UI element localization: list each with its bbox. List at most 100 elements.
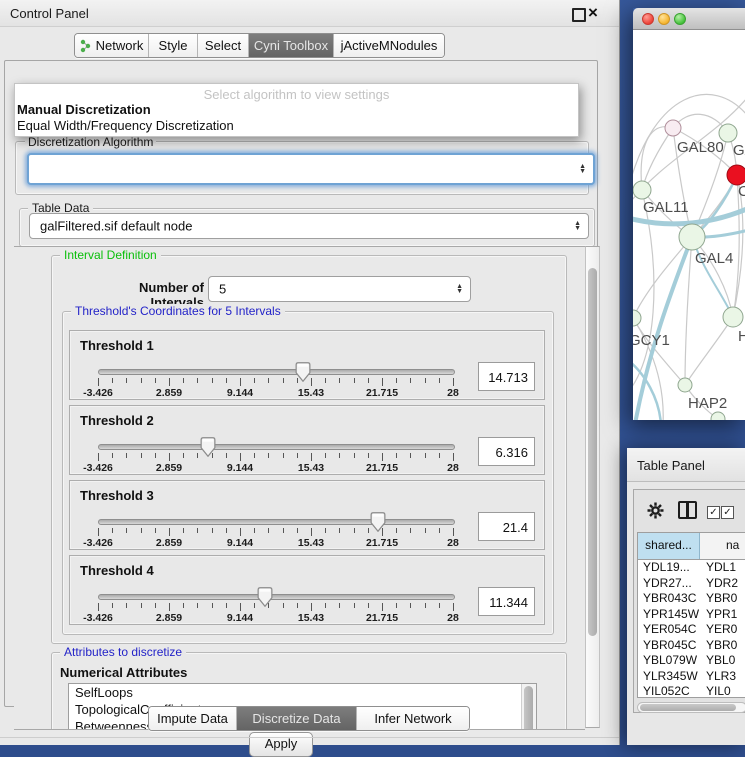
control-panel-window: Control Panel × NetworkStyleSelectCyni T… — [0, 0, 620, 745]
table-data-combobox[interactable]: galFiltered.sif default node ▲▼ — [29, 213, 589, 239]
slider-track[interactable] — [98, 594, 455, 600]
table-cell-name[interactable]: YBR0 — [700, 638, 745, 654]
slider-tick — [240, 378, 241, 386]
table-cell-name[interactable]: YER0 — [700, 622, 745, 638]
table-cell-name[interactable]: YPR1 — [700, 607, 745, 623]
threshold-value-field[interactable]: 21.4 — [478, 512, 535, 541]
slider-tick — [197, 603, 198, 608]
table-row[interactable]: YBL079WYBL0 — [638, 653, 745, 669]
tab-infer-network[interactable]: Infer Network — [357, 707, 469, 730]
threshold-slider[interactable]: -3.4262.8599.14415.4321.71528 — [98, 361, 453, 399]
slider-tick — [141, 528, 142, 533]
columns-icon[interactable] — [678, 501, 697, 519]
table-cell-shared-name[interactable]: YIL052C — [638, 684, 700, 698]
table-cell-shared-name[interactable]: YBR043C — [638, 591, 700, 607]
tab-impute-data[interactable]: Impute Data — [149, 707, 237, 730]
threshold-value-field[interactable]: 11.344 — [478, 587, 535, 616]
threshold-value-field[interactable]: 6.316 — [478, 437, 535, 466]
slider-track[interactable] — [98, 519, 455, 525]
checkbox-icon[interactable]: ✓ — [721, 506, 734, 519]
slider-thumb[interactable] — [257, 587, 273, 607]
threshold-value-field[interactable]: 14.713 — [478, 362, 535, 391]
slider-tick — [339, 603, 340, 608]
algorithm-combobox[interactable]: ▲▼ — [27, 153, 595, 185]
table-hscroll-thumb[interactable] — [640, 704, 736, 711]
table-cell-name[interactable]: YIL0 — [700, 684, 745, 698]
network-node-label: C — [738, 183, 745, 200]
table-row[interactable]: YLR345WYLR3 — [638, 669, 745, 685]
table-row[interactable]: YDR27...YDR2 — [638, 576, 745, 592]
threshold-slider[interactable]: -3.4262.8599.14415.4321.71528 — [98, 586, 453, 624]
slider-tick — [382, 453, 383, 461]
tab-network[interactable]: Network — [75, 34, 149, 57]
table-row[interactable]: YBR043CYBR0 — [638, 591, 745, 607]
table-cell-name[interactable]: YBR0 — [700, 591, 745, 607]
network-node[interactable] — [665, 120, 681, 136]
table-row[interactable]: YDL19...YDL1 — [638, 560, 745, 576]
slider-tick — [169, 528, 170, 536]
threshold-panel: Threshold 3-3.4262.8599.14415.4321.71528… — [69, 480, 545, 550]
threshold-slider[interactable]: -3.4262.8599.14415.4321.71528 — [98, 511, 453, 549]
table-cell-shared-name[interactable]: YBL079W — [638, 653, 700, 669]
table-cell-shared-name[interactable]: YBR045C — [638, 638, 700, 654]
slider-tick — [396, 453, 397, 458]
table-cell-shared-name[interactable]: YPR145W — [638, 607, 700, 623]
network-node-label: GAL80 — [677, 139, 724, 156]
attribute-list-item[interactable]: SelfLoops — [69, 684, 536, 701]
settings-vertical-scrollbar[interactable] — [585, 246, 600, 728]
network-edge — [635, 237, 692, 420]
tab-jactivemnodules[interactable]: jActiveMNodules — [334, 34, 444, 57]
network-canvas[interactable]: GAL80GACGAL11GAL4GCY1HHAP2 — [633, 30, 745, 420]
float-window-icon[interactable] — [572, 8, 586, 22]
attributes-list-scrollbar[interactable] — [521, 684, 536, 730]
slider-thumb[interactable] — [370, 512, 386, 532]
tab-select[interactable]: Select — [198, 34, 249, 57]
network-node[interactable] — [678, 378, 692, 392]
node-table[interactable]: shared... na YDL19...YDL1YDR27...YDR2YBR… — [637, 532, 745, 698]
table-cell-shared-name[interactable]: YDL19... — [638, 560, 700, 576]
table-cell-name[interactable]: YDL1 — [700, 560, 745, 576]
table-row[interactable]: YER054CYER0 — [638, 622, 745, 638]
table-cell-shared-name[interactable]: YLR345W — [638, 669, 700, 685]
close-traffic-light[interactable] — [642, 13, 654, 25]
algorithm-option-equal-width[interactable]: Equal Width/Frequency Discretization — [17, 118, 234, 133]
table-cell-shared-name[interactable]: YDR27... — [638, 576, 700, 592]
table-row[interactable]: YBR045CYBR0 — [638, 638, 745, 654]
table-cell-shared-name[interactable]: YER054C — [638, 622, 700, 638]
tab-style[interactable]: Style — [149, 34, 198, 57]
threshold-label: Threshold 2 — [80, 413, 154, 428]
column-header-shared-name[interactable]: shared... — [638, 533, 700, 559]
table-cell-name[interactable]: YLR3 — [700, 669, 745, 685]
network-node[interactable] — [727, 165, 745, 185]
network-node[interactable] — [719, 124, 737, 142]
table-cell-name[interactable]: YBL0 — [700, 653, 745, 669]
algorithm-option-manual[interactable]: Manual Discretization — [17, 102, 151, 117]
slider-track[interactable] — [98, 444, 455, 450]
slider-thumb[interactable] — [295, 362, 311, 382]
number-of-intervals-combobox[interactable]: 5 ▲▼ — [208, 276, 471, 302]
network-node[interactable] — [633, 181, 651, 199]
network-node[interactable] — [711, 412, 725, 420]
attributes-list-scroll-thumb[interactable] — [524, 686, 533, 730]
tab-discretize-data[interactable]: Discretize Data — [237, 707, 357, 730]
slider-tick — [254, 378, 255, 383]
zoom-traffic-light[interactable] — [674, 13, 686, 25]
minimize-traffic-light[interactable] — [658, 13, 670, 25]
checkbox-icon[interactable]: ✓ — [707, 506, 720, 519]
close-icon[interactable]: × — [588, 3, 598, 23]
slider-thumb[interactable] — [200, 437, 216, 457]
column-header-name[interactable]: na — [700, 533, 745, 559]
network-node[interactable] — [679, 224, 705, 250]
slider-tick — [453, 378, 454, 386]
network-node[interactable] — [633, 310, 641, 326]
table-row[interactable]: YPR145WYPR1 — [638, 607, 745, 623]
settings-scroll-thumb[interactable] — [588, 268, 597, 636]
tab-cyni-toolbox[interactable]: Cyni Toolbox — [249, 34, 334, 57]
table-row[interactable]: YIL052CYIL0 — [638, 684, 745, 698]
slider-track[interactable] — [98, 369, 455, 375]
network-node[interactable] — [723, 307, 743, 327]
table-cell-name[interactable]: YDR2 — [700, 576, 745, 592]
table-horizontal-scrollbar[interactable] — [637, 702, 745, 713]
threshold-slider[interactable]: -3.4262.8599.14415.4321.71528 — [98, 436, 453, 474]
gear-icon[interactable] — [647, 502, 664, 519]
